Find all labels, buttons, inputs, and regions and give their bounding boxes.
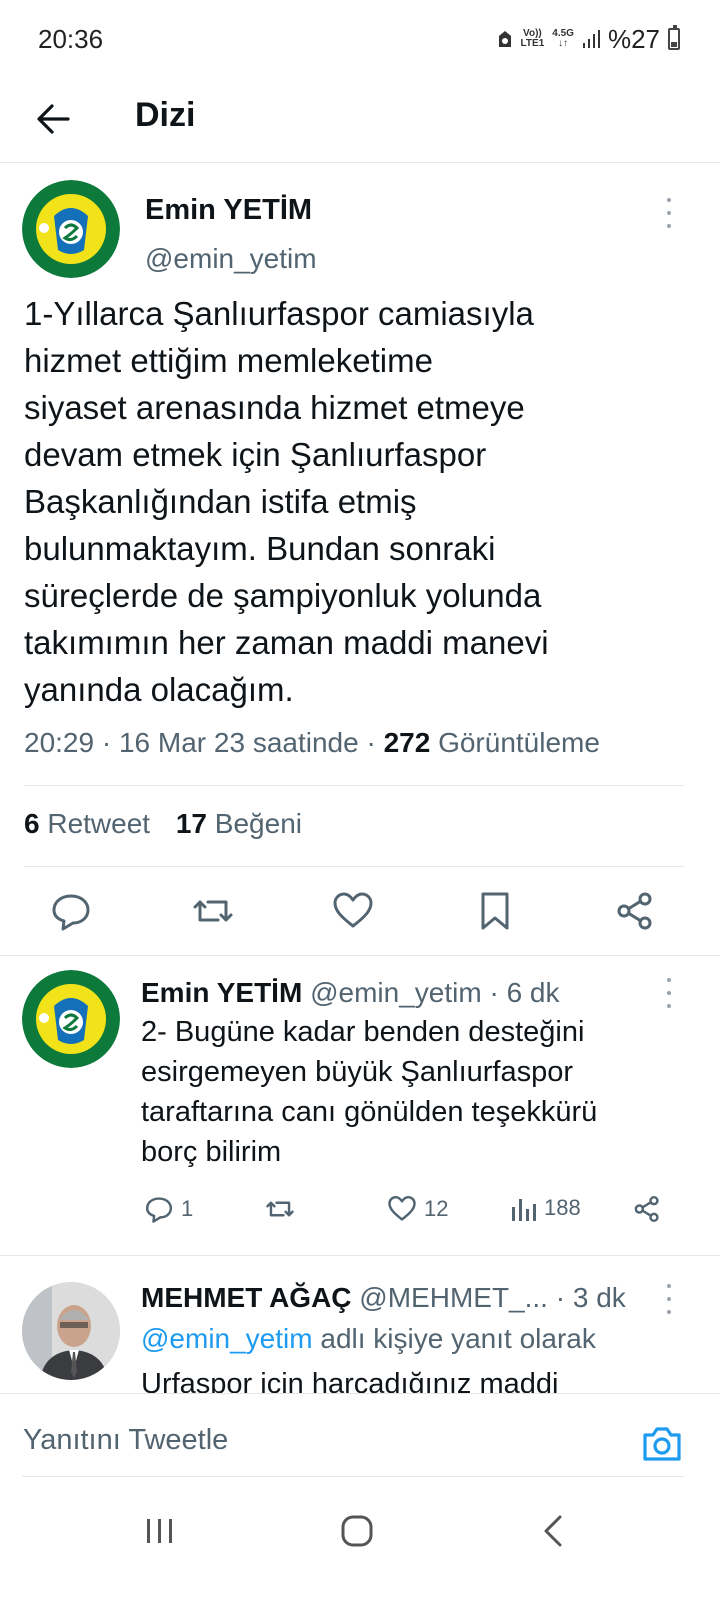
reply-input[interactable]: Yanıtını Tweetle <box>23 1424 228 1457</box>
engagement-stats: 6 Retweet 17 Beğeni <box>24 808 302 840</box>
view-count: 188 <box>544 1195 581 1220</box>
tweet-text: 2- Bugüne kadar benden desteğini esirgem… <box>141 1016 598 1168</box>
tweet-meta: 20:29 · 16 Mar 23 saatinde · 272 Görüntü… <box>24 727 600 758</box>
data-arrows-icon: ↓↑ <box>558 38 569 49</box>
sanliurfaspor-logo-icon <box>22 180 120 278</box>
author-name[interactable]: MEHMET AĞAÇ <box>141 1282 352 1313</box>
share-icon <box>617 892 652 930</box>
battery-percent: %27 <box>607 23 660 54</box>
heart-icon <box>388 1195 416 1221</box>
divider <box>24 866 684 867</box>
home-icon <box>341 1515 373 1547</box>
tweet-time[interactable]: 6 dk <box>507 977 560 1008</box>
reply-context: @emin_yetim adlı kişiye yanıt olarak <box>141 1323 596 1355</box>
reply-to-handle[interactable]: @emin_yetim <box>141 1323 313 1354</box>
net-gen-indicator: 4.5G ↓↑ <box>552 29 574 49</box>
tweet-text: 1-Yıllarca Şanlıurfaspor camiasıyla hizm… <box>24 295 549 708</box>
view-count: 272 <box>383 727 431 758</box>
chevron-left-icon <box>544 1515 562 1547</box>
like-button[interactable] <box>330 888 376 934</box>
views-button[interactable]: 188 <box>510 1193 581 1223</box>
like-stat[interactable]: 17 Beğeni <box>176 808 302 839</box>
camera-button[interactable] <box>640 1422 684 1466</box>
status-time: 20:36 <box>38 24 104 54</box>
tweet-time[interactable]: 3 dk <box>573 1282 626 1313</box>
divider <box>24 785 684 786</box>
avatar[interactable] <box>22 970 120 1068</box>
avatar[interactable] <box>22 180 120 278</box>
divider <box>22 1476 684 1477</box>
avatar[interactable] <box>22 1282 120 1380</box>
bookmark-icon <box>481 892 509 930</box>
signal-icon <box>582 30 600 48</box>
retweet-icon <box>266 1201 294 1217</box>
retweet-count: 6 <box>24 808 40 839</box>
top-app-bar: Dizi <box>0 80 720 163</box>
like-count: 12 <box>424 1196 449 1221</box>
more-options-icon[interactable] <box>659 1284 679 1314</box>
back-nav-button[interactable] <box>534 1509 574 1553</box>
status-icons: Vo)) LTE1 4.5G ↓↑ %27 <box>497 24 680 54</box>
reply-button[interactable]: 1 <box>143 1193 193 1225</box>
like-label: Beğeni <box>214 808 302 839</box>
like-button[interactable]: 12 <box>386 1193 448 1225</box>
network-indicator: Vo)) LTE1 <box>521 29 545 49</box>
share-button[interactable] <box>612 888 658 934</box>
reply-count: 1 <box>181 1196 194 1221</box>
reply-header: MEHMET AĞAÇ @MEHMET_... · 3 dk <box>141 1282 626 1313</box>
status-bar: 20:36 Vo)) LTE1 4.5G ↓↑ %27 <box>0 0 720 80</box>
divider <box>0 1255 720 1256</box>
reply-button[interactable] <box>48 888 94 934</box>
reply-compose-bar: Yanıtını Tweetle <box>0 1393 720 1504</box>
author-handle[interactable]: @emin_yetim <box>310 977 482 1008</box>
home-button[interactable] <box>335 1509 379 1553</box>
retweet-button[interactable] <box>263 1193 297 1225</box>
share-icon <box>634 1195 659 1223</box>
retweet-label: Retweet <box>47 808 151 839</box>
bar-chart-icon <box>512 1199 536 1221</box>
battery-icon <box>668 25 680 50</box>
back-button[interactable] <box>28 94 78 144</box>
recycle-notification-icon <box>498 31 511 47</box>
reply-to-label: adlı kişiye yanıt olarak <box>320 1323 596 1354</box>
system-nav-bar <box>0 1503 720 1600</box>
camera-icon <box>643 1427 681 1461</box>
author-handle[interactable]: @MEHMET_... <box>359 1282 548 1313</box>
lte-label: LTE1 <box>520 38 545 49</box>
person-photo-icon <box>22 1282 120 1380</box>
reply-icon <box>145 1197 173 1223</box>
more-options-icon[interactable] <box>659 198 679 228</box>
tweet-date[interactable]: 16 Mar 23 saatinde <box>119 727 359 758</box>
heart-icon <box>333 892 373 928</box>
retweet-button[interactable] <box>190 888 236 934</box>
share-button[interactable] <box>631 1193 663 1225</box>
tweet-time[interactable]: 20:29 <box>24 727 94 758</box>
retweet-icon <box>193 900 233 922</box>
more-options-icon[interactable] <box>659 978 679 1008</box>
view-label: Görüntüleme <box>438 727 600 758</box>
bookmark-button[interactable] <box>472 888 518 934</box>
author-handle[interactable]: @emin_yetim <box>145 243 317 275</box>
author-name[interactable]: Emin YETİM <box>141 977 302 1008</box>
recent-apps-button[interactable] <box>140 1511 180 1551</box>
author-name[interactable]: Emin YETİM <box>145 194 312 227</box>
sanliurfaspor-logo-icon <box>22 970 120 1068</box>
reply-header: Emin YETİM @emin_yetim · 6 dk <box>141 977 560 1008</box>
page-title: Dizi <box>135 96 196 134</box>
retweet-stat[interactable]: 6 Retweet <box>24 808 158 839</box>
recent-apps-icon <box>147 1519 172 1543</box>
reply-icon <box>52 894 90 931</box>
arrow-left-icon <box>37 104 70 134</box>
like-count: 17 <box>175 808 208 839</box>
divider <box>0 955 720 956</box>
